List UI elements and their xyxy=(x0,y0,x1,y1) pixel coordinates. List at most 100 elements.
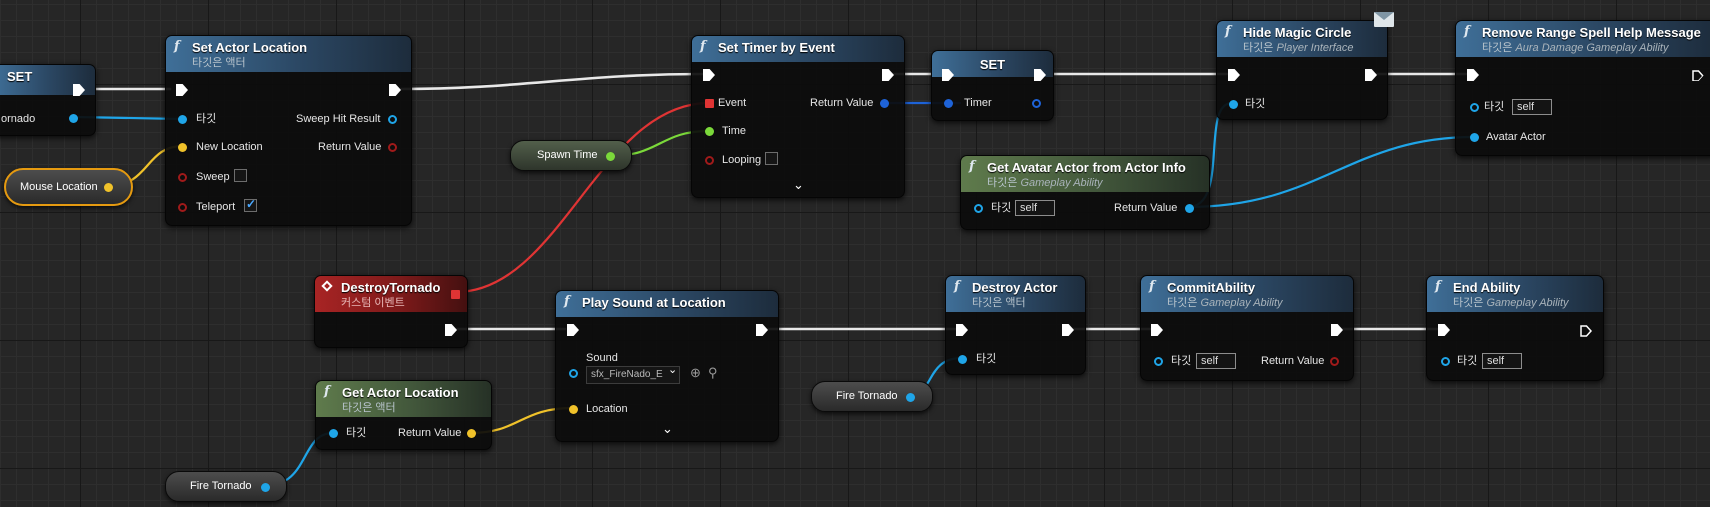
function-icon: f xyxy=(1464,24,1470,39)
destroy-tornado-event-node[interactable]: DestroyTornado 커스텀 이벤트 xyxy=(314,275,468,348)
exec-out-pin[interactable] xyxy=(1062,324,1074,336)
location-pin[interactable] xyxy=(569,405,578,414)
sound-asset-value: sfx_FireNado_E xyxy=(591,369,663,380)
looping-checkbox[interactable] xyxy=(765,152,778,165)
pin-label: Sweep Hit Result xyxy=(296,113,381,125)
pin-label: New Location xyxy=(196,141,263,153)
return-value-pin[interactable] xyxy=(1185,204,1194,213)
node-subtitle: 타깃은 액터 xyxy=(192,57,246,69)
pin-label: Time xyxy=(722,125,747,137)
exec-out-pin[interactable] xyxy=(1365,69,1377,81)
target-pin[interactable] xyxy=(974,204,983,213)
variable-label: Fire Tornado xyxy=(190,480,252,492)
use-selected-asset-icon[interactable]: ⊕ xyxy=(690,366,701,380)
exec-out-pin[interactable] xyxy=(756,324,768,336)
remove-range-spell-help-message-node[interactable]: f Remove Range Spell Help Message 타깃은 Au… xyxy=(1455,20,1710,156)
pin-label: 타깃 xyxy=(1484,101,1505,113)
object-out-pin[interactable] xyxy=(906,393,915,402)
avatar-actor-pin[interactable] xyxy=(1470,133,1479,142)
exec-in-pin[interactable] xyxy=(1151,324,1163,336)
dropdown-chevron-icon[interactable]: ⌄ xyxy=(668,363,677,376)
target-pin[interactable] xyxy=(1154,357,1163,366)
exec-in-pin[interactable] xyxy=(176,84,188,96)
set-node-left[interactable]: SET ornado xyxy=(0,64,96,136)
fire-tornado-variable[interactable]: Fire Tornado xyxy=(811,381,933,412)
sweep-checkbox[interactable] xyxy=(234,169,247,182)
get-avatar-actor-node[interactable]: f Get Avatar Actor from Actor Info 타깃은 G… xyxy=(960,155,1210,230)
time-pin[interactable] xyxy=(705,127,714,136)
new-location-pin[interactable] xyxy=(178,143,187,152)
exec-out-pin[interactable] xyxy=(1692,69,1704,81)
delegate-out-pin[interactable] xyxy=(451,290,460,299)
pin-label: Sound xyxy=(586,352,618,364)
exec-out-pin[interactable] xyxy=(1580,324,1593,337)
object-out-pin[interactable] xyxy=(261,483,270,492)
subtitle-class: Gameplay Ability xyxy=(1020,177,1103,189)
timer-in-pin[interactable] xyxy=(944,99,953,108)
target-pin[interactable] xyxy=(329,429,338,438)
timer-out-pin[interactable] xyxy=(1032,99,1041,108)
subtitle-prefix: 타깃은 xyxy=(987,177,1018,189)
commit-ability-node[interactable]: f CommitAbility 타깃은 Gameplay Ability 타깃 … xyxy=(1140,275,1354,381)
get-actor-location-node[interactable]: f Get Actor Location 타깃은 액터 타깃 Return Va… xyxy=(315,380,492,450)
destroy-actor-node[interactable]: f Destroy Actor 타깃은 액터 타깃 xyxy=(945,275,1086,375)
end-ability-node[interactable]: f End Ability 타깃은 Gameplay Ability 타깃 se… xyxy=(1426,275,1604,381)
fire-tornado-variable[interactable]: Fire Tornado xyxy=(165,471,287,502)
teleport-pin[interactable] xyxy=(178,203,187,212)
looping-pin[interactable] xyxy=(705,156,714,165)
browse-asset-search-icon[interactable]: ⚲ xyxy=(708,366,718,380)
return-value-pin[interactable] xyxy=(388,143,397,152)
play-sound-at-location-node[interactable]: f Play Sound at Location Sound sfx_FireN… xyxy=(555,290,779,442)
self-value-box[interactable]: self xyxy=(1196,353,1236,369)
target-pin[interactable] xyxy=(178,115,187,124)
subtitle-prefix: 타깃은 xyxy=(1167,297,1198,309)
self-value-box[interactable]: self xyxy=(1512,99,1552,115)
target-pin[interactable] xyxy=(1470,103,1479,112)
exec-out-outline-icon xyxy=(1692,70,1704,81)
teleport-checkbox[interactable] xyxy=(244,197,257,212)
vector-out-pin[interactable] xyxy=(104,183,113,192)
set-timer-by-event-node[interactable]: f Set Timer by Event Event Return Value … xyxy=(691,35,905,198)
pin-label: Location xyxy=(586,403,628,415)
object-out-pin[interactable] xyxy=(69,114,78,123)
set-timer-node[interactable]: SET Timer xyxy=(931,50,1054,121)
mouse-location-variable[interactable]: Mouse Location xyxy=(4,168,133,206)
pin-label: Return Value xyxy=(1114,202,1178,214)
exec-in-pin[interactable] xyxy=(1228,69,1240,81)
exec-out-pin[interactable] xyxy=(389,84,401,96)
return-value-pin[interactable] xyxy=(1330,357,1339,366)
node-title: Get Avatar Actor from Actor Info xyxy=(987,160,1186,175)
expand-chevron-icon[interactable]: ⌄ xyxy=(662,421,673,437)
set-actor-location-node[interactable]: f Set Actor Location 타깃은 액터 타깃 Sweep Hit… xyxy=(165,35,412,226)
spawn-time-variable[interactable]: Spawn Time xyxy=(510,140,632,171)
pin-label: 타깃 xyxy=(1457,355,1478,367)
exec-in-pin[interactable] xyxy=(703,69,715,81)
pin-label: ornado xyxy=(1,113,36,125)
hide-magic-circle-node[interactable]: f Hide Magic Circle 타깃은 Player Interface… xyxy=(1216,12,1394,120)
event-delegate-pin[interactable] xyxy=(705,99,714,108)
expand-chevron-icon[interactable]: ⌄ xyxy=(793,177,804,193)
sweep-pin[interactable] xyxy=(178,173,187,182)
destroy-tornado-header: DestroyTornado 커스텀 이벤트 xyxy=(315,276,467,312)
exec-out-pin[interactable] xyxy=(882,69,894,81)
node-subtitle: 커스텀 이벤트 xyxy=(341,297,405,309)
function-icon: f xyxy=(969,159,975,174)
self-value-box[interactable]: self xyxy=(1482,353,1522,369)
sound-asset-dropdown[interactable]: sfx_FireNado_E xyxy=(586,366,680,384)
exec-in-pin[interactable] xyxy=(1438,324,1450,336)
sweep-hit-result-pin[interactable] xyxy=(388,115,397,124)
exec-in-pin[interactable] xyxy=(956,324,968,336)
return-value-pin[interactable] xyxy=(467,429,476,438)
sound-pin[interactable] xyxy=(569,369,578,378)
exec-out-pin[interactable] xyxy=(445,324,457,336)
return-value-pin[interactable] xyxy=(880,99,889,108)
target-pin[interactable] xyxy=(1441,357,1450,366)
self-value-box[interactable]: self xyxy=(1015,200,1055,216)
exec-out-pin[interactable] xyxy=(1331,324,1343,336)
target-pin[interactable] xyxy=(958,355,967,364)
exec-in-pin[interactable] xyxy=(567,324,579,336)
target-pin[interactable] xyxy=(1229,100,1238,109)
exec-in-pin[interactable] xyxy=(1467,69,1479,81)
float-out-pin[interactable] xyxy=(606,152,615,161)
pin-label: Return Value xyxy=(1261,355,1325,367)
